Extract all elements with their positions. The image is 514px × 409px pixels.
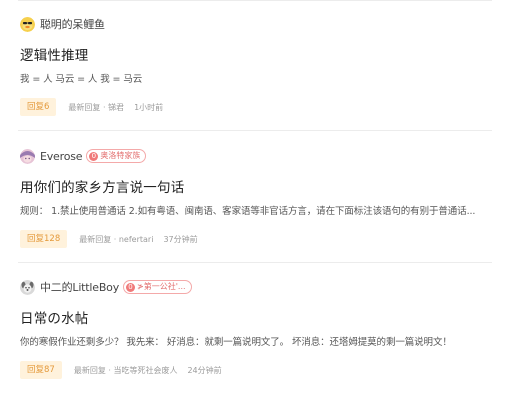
dog-avatar-icon[interactable] (20, 279, 35, 295)
divider (18, 0, 492, 1)
post-title[interactable]: 日常の水帖 (20, 307, 89, 327)
post-feed: 聪明的呆鲤鱼 逻辑性推理 我 = 人 马云 = 人 我 = 马云 回复6 最新回… (0, 0, 514, 391)
post-title[interactable]: 逻辑性推理 (20, 44, 89, 64)
post-item[interactable]: 中二的LittleBoy 0 ≯第一公社'... 日常の水帖 你的寒假作业还剩多… (0, 279, 514, 409)
clan-badge-label: ≯第一公社'... (137, 282, 186, 291)
post-excerpt: 规则： 1.禁止使用普通话 2.如有粤语、闽南语、客家语等非官话方言，请在下面标… (20, 206, 476, 217)
post-meta: 回复87 最新回复 · 当吃等死社会废人 24分钟前 (20, 361, 222, 379)
post-meta: 回复6 最新回复 · 锑君 1小时前 (20, 98, 163, 116)
post-meta: 回复128 最新回复 · nefertari 37分钟前 (20, 230, 198, 248)
divider (18, 130, 492, 131)
post-title[interactable]: 用你们的家乡方言说一句话 (20, 176, 184, 196)
reply-count-badge[interactable]: 回复6 (20, 98, 57, 116)
last-reply: 最新回复 · 当吃等死社会废人 (73, 365, 178, 375)
post-time: 24分钟前 (187, 365, 222, 375)
clan-badge-icon: 0 (89, 151, 99, 161)
post-excerpt: 我 = 人 马云 = 人 我 = 马云 (20, 74, 143, 85)
last-reply: 最新回复 · nefertari (79, 234, 154, 244)
author-name[interactable]: 聪明的呆鲤鱼 (40, 16, 105, 32)
post-time: 1小时前 (134, 102, 164, 112)
post-excerpt: 你的寒假作业还剩多少？ 我先来： 好消息：就剩一篇说明文了。 坏消息：还塔姆提莫… (20, 337, 452, 348)
post-item[interactable]: Everose 0 奥洛特家族 用你们的家乡方言说一句话 规则： 1.禁止使用普… (0, 148, 514, 278)
author-row: 聪明的呆鲤鱼 (20, 16, 105, 32)
author-name[interactable]: 中二的LittleBoy (40, 279, 119, 295)
clan-badge[interactable]: 0 奥洛特家族 (86, 149, 147, 163)
author-row: 中二的LittleBoy 0 ≯第一公社'... (20, 279, 192, 295)
clan-badge-icon: 0 (126, 282, 136, 292)
clan-badge[interactable]: 0 ≯第一公社'... (123, 280, 192, 294)
last-reply: 最新回复 · 锑君 (68, 102, 125, 112)
divider (18, 262, 492, 263)
author-row: Everose 0 奥洛特家族 (20, 148, 147, 164)
clan-badge-label: 奥洛特家族 (100, 151, 141, 160)
anime-avatar-icon[interactable] (20, 148, 35, 164)
post-time: 37分钟前 (163, 234, 198, 244)
duck-avatar-icon[interactable] (20, 16, 35, 32)
reply-count-badge[interactable]: 回复128 (20, 230, 68, 248)
author-name[interactable]: Everose (40, 150, 83, 163)
reply-count-badge[interactable]: 回复87 (20, 361, 62, 379)
post-item[interactable]: 聪明的呆鲤鱼 逻辑性推理 我 = 人 马云 = 人 我 = 马云 回复6 最新回… (0, 16, 514, 146)
